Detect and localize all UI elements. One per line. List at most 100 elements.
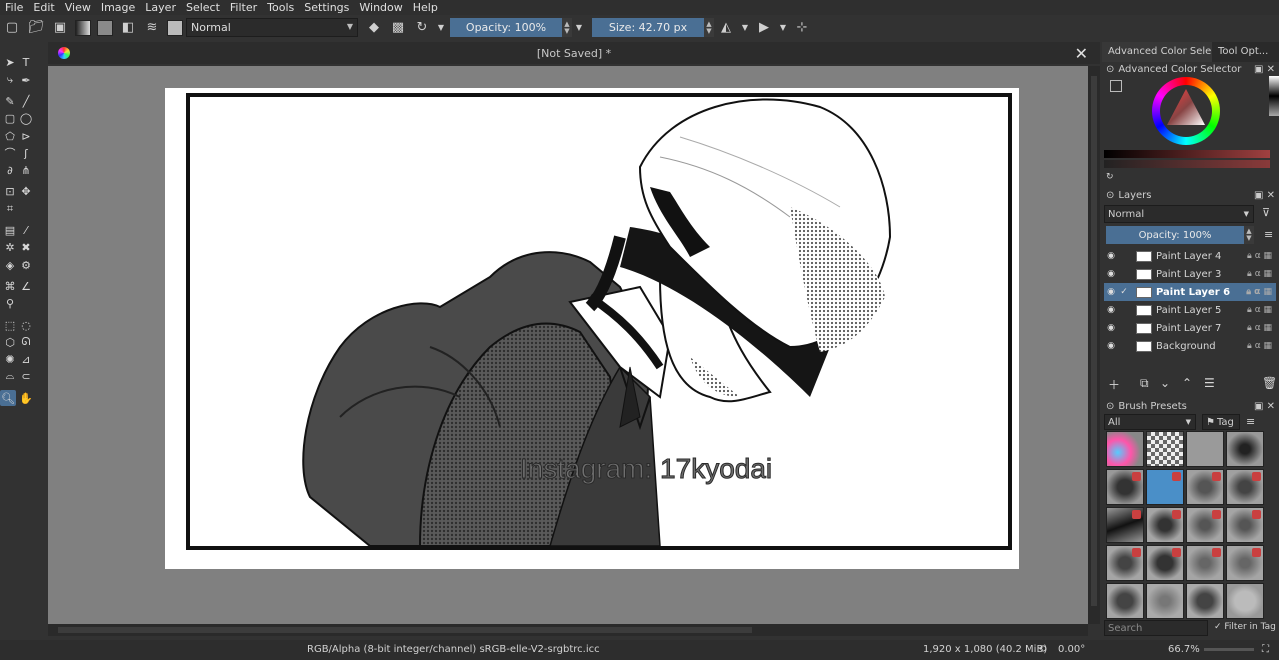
gradient-tool-icon[interactable]: ▤ [2, 222, 18, 238]
eye-icon[interactable]: ◉ [1104, 305, 1118, 315]
tab-advanced-color-selector[interactable]: Advanced Color Sele... [1102, 42, 1212, 62]
brush-preset[interactable] [1226, 545, 1264, 581]
scrollbar-thumb[interactable] [58, 627, 752, 633]
delete-icon[interactable] [1172, 472, 1181, 481]
rect-select-icon[interactable]: ⬚ [2, 317, 18, 333]
brush-tag-select[interactable]: ⚑ Tag [1202, 414, 1240, 430]
eye-icon[interactable]: ◉ [1104, 287, 1118, 297]
size-spinner[interactable]: ▲ ▼ [704, 18, 714, 37]
line-tool-icon[interactable]: ╱ [18, 93, 34, 109]
layer-flags-icons[interactable]: 🔒︎ α ▦ [1238, 269, 1276, 279]
ellipse-tool-icon[interactable]: ◯ [18, 110, 34, 126]
vertical-scrollbar[interactable] [1088, 66, 1100, 624]
brush-filter-select[interactable]: All ▼ [1104, 414, 1196, 430]
brush-preset[interactable] [1146, 545, 1184, 581]
eye-icon[interactable]: ◉ [1104, 269, 1118, 279]
pan-tool-icon[interactable]: ✋ [18, 390, 34, 406]
brush-settings-icon[interactable]: ≋ [142, 18, 162, 38]
gradient-swatch[interactable] [75, 19, 91, 36]
layer-row[interactable]: ◉ Background 🔒︎ α ▦ [1104, 337, 1276, 355]
brush-preset[interactable] [1186, 507, 1224, 543]
brush-preset[interactable] [1106, 545, 1144, 581]
color-wheel[interactable] [1152, 77, 1220, 145]
freehand-select-icon[interactable]: ᘏ [18, 334, 34, 350]
similar-select-icon[interactable]: ⊿ [18, 351, 34, 367]
menu-select[interactable]: Select [181, 0, 225, 15]
color-bar-value[interactable] [1104, 150, 1270, 158]
eraser-icon[interactable]: ◆ [364, 18, 384, 38]
eye-icon[interactable]: ◉ [1104, 251, 1118, 261]
bezier-tool-icon[interactable]: ⌒ [2, 145, 18, 161]
brush-view-menu-icon[interactable]: ≡ [1246, 415, 1255, 428]
brush-preset[interactable] [1146, 583, 1184, 619]
close-icon[interactable]: ✕ [1075, 44, 1088, 63]
filter-icon[interactable]: ⊽ [1262, 206, 1270, 219]
alpha-lock-icon[interactable]: ▩ [388, 18, 408, 38]
delete-icon[interactable] [1172, 510, 1181, 519]
document-tab[interactable]: [Not Saved] * ✕ [48, 42, 1100, 64]
brush-preset[interactable] [1106, 583, 1144, 619]
tab-tool-options[interactable]: Tool Opt... [1212, 42, 1279, 62]
delete-icon[interactable] [1132, 548, 1141, 557]
brush-search-input[interactable]: Search [1104, 620, 1208, 636]
brush-preset[interactable] [1106, 469, 1144, 505]
fullscreen-icon[interactable]: ⛶ [1262, 644, 1269, 655]
delete-icon[interactable] [1132, 510, 1141, 519]
color-history-strip[interactable] [1269, 76, 1279, 116]
move-tool-icon[interactable]: ✥ [18, 183, 34, 199]
contiguous-select-icon[interactable]: ✺ [2, 351, 18, 367]
canvas-viewport[interactable]: Instagram: 17kyodai [48, 66, 1088, 624]
layer-flags-icons[interactable]: 🔒︎ α ▦ [1238, 341, 1276, 351]
bezier-select-icon[interactable]: ⌓ [2, 368, 18, 384]
chevron-down-icon[interactable]: ▼ [740, 18, 750, 38]
brush-preset[interactable] [1186, 545, 1224, 581]
delete-icon[interactable] [1132, 472, 1141, 481]
chevron-down-icon[interactable]: ▼ [778, 18, 788, 38]
lock-icon[interactable]: ⊙ [1106, 64, 1114, 75]
select-shapes-icon[interactable]: ➤ [2, 54, 18, 70]
opacity-spinner[interactable]: ▲ ▼ [562, 18, 572, 37]
menu-tools[interactable]: Tools [262, 0, 299, 15]
text-tool-icon[interactable]: T [18, 54, 34, 70]
delete-icon[interactable] [1212, 472, 1221, 481]
transform-tool-icon[interactable]: ⊡ [2, 183, 18, 199]
polygon-tool-icon[interactable]: ⬠ [2, 128, 18, 144]
reference-pin-icon[interactable]: ⚲ [2, 295, 18, 311]
layer-row[interactable]: ◉ Paint Layer 3 🔒︎ α ▦ [1104, 265, 1276, 283]
eye-icon[interactable]: ◉ [1104, 323, 1118, 333]
opacity-slider[interactable]: Opacity: 100% [450, 18, 562, 37]
move-down-icon[interactable]: ⌄ [1160, 376, 1170, 390]
brush-preset[interactable] [1186, 469, 1224, 505]
wrap-around-icon[interactable]: ⊹ [792, 18, 812, 38]
polygon-select-icon[interactable]: ⬡ [2, 334, 18, 350]
open-document-icon[interactable]: 📁︎ [26, 18, 46, 38]
delete-icon[interactable] [1252, 472, 1261, 481]
freehand-brush-icon[interactable]: ✎ [2, 93, 18, 109]
magnetic-select-icon[interactable]: ⊂ [18, 368, 34, 384]
pattern-swatch[interactable] [97, 19, 113, 36]
lock-icon[interactable]: ⊙ [1106, 190, 1114, 201]
float-close-icon[interactable]: ▣ ✕ [1254, 401, 1275, 412]
brush-preset[interactable] [1146, 431, 1184, 467]
move-up-icon[interactable]: ⌃ [1182, 376, 1192, 390]
fill-tool-icon[interactable]: ◈ [2, 257, 18, 273]
brush-preset[interactable] [1146, 507, 1184, 543]
multibrush-icon[interactable]: ⋔ [18, 162, 34, 178]
menu-layer[interactable]: Layer [140, 0, 181, 15]
brush-preset[interactable] [1226, 583, 1264, 619]
brush-preset[interactable] [1226, 507, 1264, 543]
layer-properties-icon[interactable]: ☰ [1204, 376, 1215, 390]
mirror-vertical-icon[interactable]: ▶ [754, 18, 774, 38]
color-picker-icon[interactable]: ⁄ [18, 222, 34, 238]
layer-opacity-spinner[interactable]: ▲ ▼ [1244, 226, 1254, 244]
menu-file[interactable]: File [0, 0, 28, 15]
menu-filter[interactable]: Filter [225, 0, 262, 15]
layer-flags-icons[interactable]: 🔒︎ α ▦ [1238, 323, 1276, 333]
delete-icon[interactable] [1252, 510, 1261, 519]
delete-icon[interactable] [1172, 548, 1181, 557]
color-bar-saturation[interactable] [1104, 160, 1270, 168]
menu-help[interactable]: Help [408, 0, 443, 15]
reload-preset-icon[interactable]: ↻ [412, 18, 432, 38]
check-icon[interactable]: ✓ [1118, 287, 1130, 297]
brush-preset-selected[interactable] [1146, 469, 1184, 505]
